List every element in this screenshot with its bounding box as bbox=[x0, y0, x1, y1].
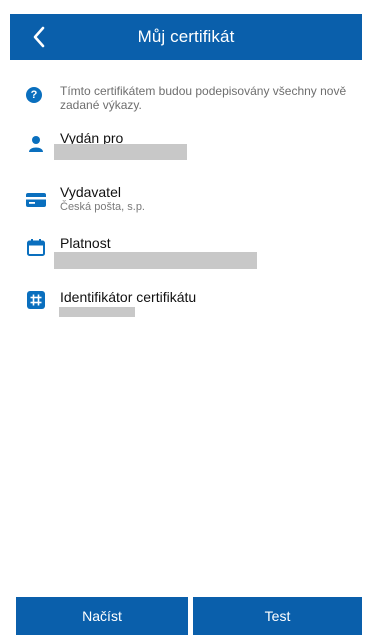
back-button[interactable] bbox=[24, 22, 54, 52]
issued-to-item: Vydán pro bbox=[26, 130, 356, 170]
person-icon bbox=[26, 133, 46, 153]
chevron-left-icon bbox=[33, 26, 45, 48]
certificate-id-label: Identifikátor certifikátu bbox=[60, 289, 197, 305]
certificate-id-value-redacted bbox=[59, 307, 135, 317]
card-icon bbox=[26, 190, 46, 210]
page-title: Můj certifikát bbox=[137, 27, 235, 46]
calendar-icon bbox=[26, 237, 46, 257]
issued-to-value-redacted bbox=[54, 144, 187, 160]
test-button[interactable]: Test bbox=[193, 597, 362, 635]
hash-icon bbox=[26, 290, 46, 310]
validity-label: Platnost bbox=[60, 235, 111, 251]
info-notice: ? Tímto certifikátem budou podepisovány … bbox=[26, 84, 356, 112]
issuer-value: Česká pošta, s.p. bbox=[60, 201, 145, 213]
help-icon: ? bbox=[26, 87, 42, 103]
certificate-id-item: Identifikátor certifikátu bbox=[26, 289, 356, 321]
info-text: Tímto certifikátem budou podepisovány vš… bbox=[60, 84, 347, 112]
app-header: Můj certifikát bbox=[10, 14, 362, 60]
issuer-label: Vydavatel bbox=[60, 184, 121, 200]
load-button[interactable]: Načíst bbox=[16, 597, 188, 635]
validity-item: Platnost bbox=[26, 235, 356, 275]
issuer-item: Vydavatel Česká pošta, s.p. bbox=[26, 184, 356, 220]
validity-value-redacted bbox=[54, 252, 257, 269]
